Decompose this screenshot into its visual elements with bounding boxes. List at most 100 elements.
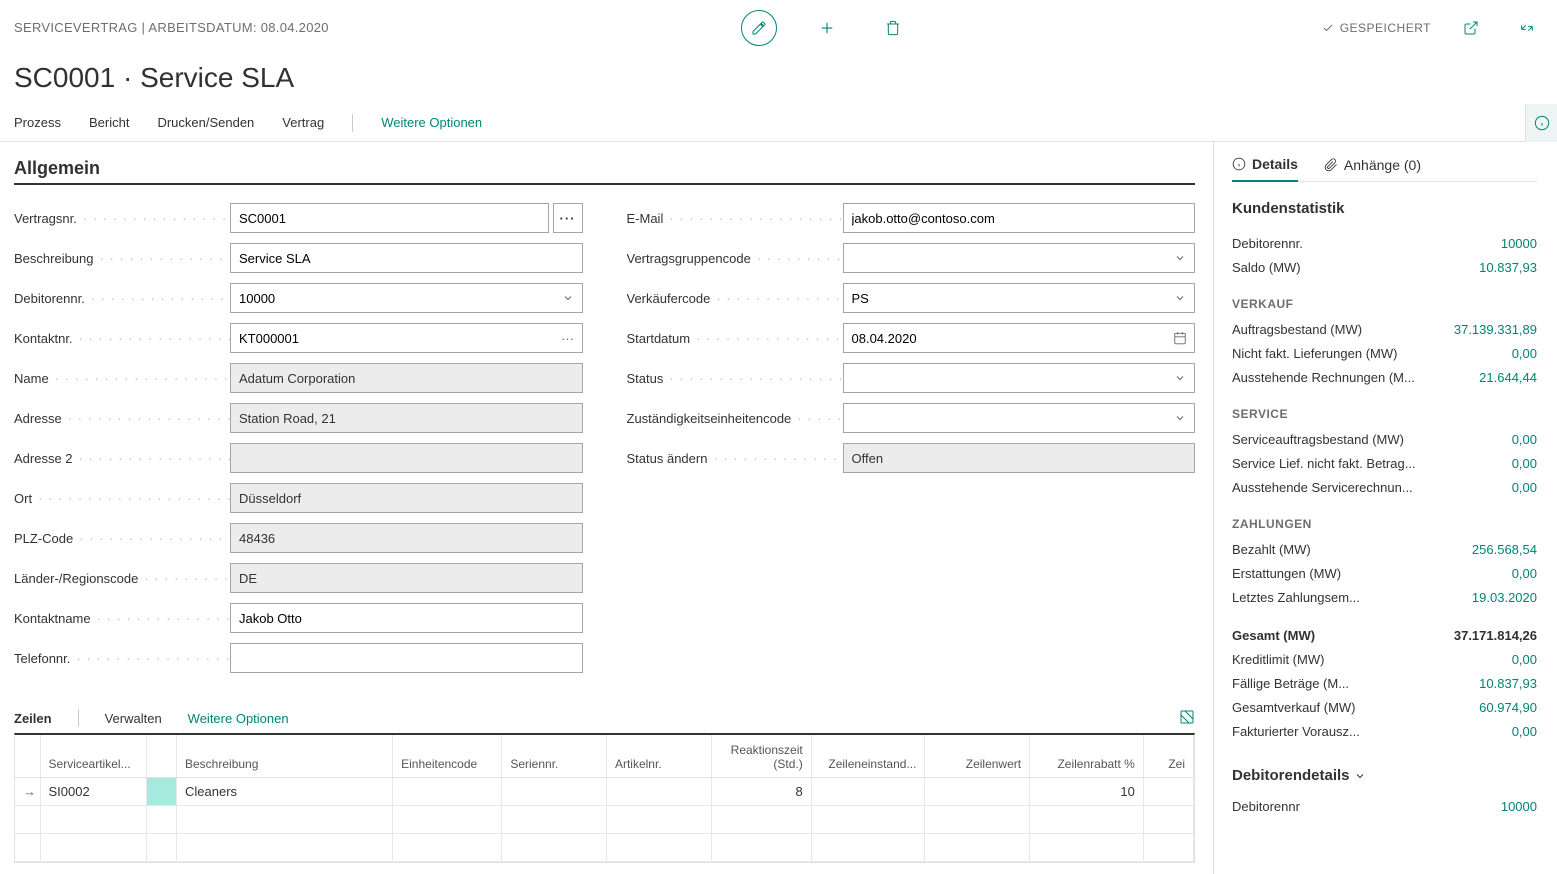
lines-divider bbox=[78, 709, 79, 727]
contactname-input[interactable] bbox=[230, 603, 583, 633]
col-serialno[interactable]: Seriennr. bbox=[502, 735, 607, 777]
label-name: Name bbox=[14, 371, 230, 386]
table-row[interactable]: → SI0002 Cleaners 8 10 bbox=[15, 777, 1194, 805]
contractno-lookup[interactable]: ··· bbox=[553, 203, 583, 233]
col-unitcode[interactable]: Einheitencode bbox=[393, 735, 502, 777]
saved-indicator: GESPEICHERT bbox=[1322, 21, 1431, 35]
menu-contract[interactable]: Vertrag bbox=[282, 115, 324, 130]
country-field[interactable] bbox=[230, 563, 583, 593]
label-contactname: Kontaktname bbox=[14, 611, 230, 626]
cell-response[interactable]: 8 bbox=[711, 777, 811, 805]
cell-linecost[interactable] bbox=[811, 777, 925, 805]
changestatus-field bbox=[843, 443, 1196, 473]
label-address2: Adresse 2 bbox=[14, 451, 230, 466]
label-status: Status bbox=[627, 371, 843, 386]
cell-description[interactable]: Cleaners bbox=[177, 777, 393, 805]
tab-details[interactable]: Details bbox=[1232, 156, 1298, 182]
collapse-button[interactable] bbox=[1511, 12, 1543, 44]
lines-manage[interactable]: Verwalten bbox=[105, 711, 162, 726]
menu-divider bbox=[352, 114, 353, 132]
debitor-details-heading[interactable]: Debitorendetails bbox=[1232, 767, 1537, 784]
cell-unitcode[interactable] bbox=[393, 777, 502, 805]
postcode-field bbox=[230, 523, 583, 553]
label-phone: Telefonnr. bbox=[14, 651, 230, 666]
respcenter-input[interactable] bbox=[843, 403, 1196, 433]
customerno-input[interactable] bbox=[230, 283, 583, 313]
add-button[interactable] bbox=[811, 12, 843, 44]
address-field bbox=[230, 403, 583, 433]
city-field bbox=[230, 483, 583, 513]
cell-serviceitem[interactable]: SI0002 bbox=[40, 777, 147, 805]
info-icon bbox=[1232, 157, 1246, 171]
menu-process[interactable]: Prozess bbox=[14, 115, 61, 130]
contractno-input[interactable] bbox=[230, 203, 549, 233]
startdate-input[interactable] bbox=[843, 323, 1196, 353]
menu-printsend[interactable]: Drucken/Senden bbox=[157, 115, 254, 130]
table-row[interactable] bbox=[15, 805, 1194, 833]
col-linecost[interactable]: Zeileneinstand... bbox=[811, 735, 925, 777]
tab-lines[interactable]: Zeilen bbox=[14, 711, 52, 726]
tab-attachments[interactable]: Anhänge (0) bbox=[1324, 157, 1421, 181]
popout-button[interactable] bbox=[1455, 12, 1487, 44]
payments-heading: ZAHLUNGEN bbox=[1232, 517, 1537, 531]
total-value: 37.171.814,26 bbox=[1454, 628, 1537, 643]
attachment-icon bbox=[1324, 158, 1338, 172]
total-label: Gesamt (MW) bbox=[1232, 628, 1315, 643]
label-city: Ort bbox=[14, 491, 230, 506]
groupcode-input[interactable] bbox=[843, 243, 1196, 273]
label-startdate: Startdatum bbox=[627, 331, 843, 346]
col-serviceitem[interactable]: Serviceartikel... bbox=[40, 735, 147, 777]
label-postcode: PLZ-Code bbox=[14, 531, 230, 546]
label-address: Adresse bbox=[14, 411, 230, 426]
salescode-input[interactable] bbox=[843, 283, 1196, 313]
stat-balance-value[interactable]: 10.837,93 bbox=[1479, 260, 1537, 275]
name-field bbox=[230, 363, 583, 393]
label-customerno: Debitorennr. bbox=[14, 291, 230, 306]
row-marker[interactable] bbox=[147, 777, 177, 805]
label-respcenter: Zuständigkeitseinheitencode bbox=[627, 411, 843, 426]
col-linedisc[interactable]: Zeilenrabatt % bbox=[1030, 735, 1144, 777]
col-linevalue[interactable]: Zeilenwert bbox=[925, 735, 1030, 777]
cell-serialno[interactable] bbox=[502, 777, 607, 805]
stats-heading: Kundenstatistik bbox=[1232, 200, 1537, 217]
label-changestatus: Status ändern bbox=[627, 451, 843, 466]
col-itemno[interactable]: Artikelnr. bbox=[606, 735, 711, 777]
chevron-down-icon bbox=[1354, 770, 1366, 782]
edit-button[interactable] bbox=[741, 10, 777, 46]
cell-itemno[interactable] bbox=[606, 777, 711, 805]
stat-balance-label: Saldo (MW) bbox=[1232, 260, 1301, 275]
table-row[interactable] bbox=[15, 833, 1194, 861]
description-input[interactable] bbox=[230, 243, 583, 273]
col-lineextra[interactable]: Zei bbox=[1143, 735, 1193, 777]
service-heading: SERVICE bbox=[1232, 407, 1537, 421]
page-title: SC0001 · Service SLA bbox=[0, 56, 1557, 104]
delete-button[interactable] bbox=[877, 12, 909, 44]
stat-debno-value[interactable]: 10000 bbox=[1501, 236, 1537, 251]
label-description: Beschreibung bbox=[14, 251, 230, 266]
lines-more[interactable]: Weitere Optionen bbox=[188, 711, 289, 726]
contactno-input[interactable] bbox=[230, 323, 583, 353]
sales-heading: VERKAUF bbox=[1232, 297, 1537, 311]
label-groupcode: Vertragsgruppencode bbox=[627, 251, 843, 266]
phone-input[interactable] bbox=[230, 643, 583, 673]
status-input[interactable] bbox=[843, 363, 1196, 393]
label-email: E-Mail bbox=[627, 211, 843, 226]
label-country: Länder-/Regionscode bbox=[14, 571, 230, 586]
lines-grid[interactable]: Serviceartikel... Beschreibung Einheiten… bbox=[14, 733, 1195, 863]
breadcrumb: SERVICEVERTRAG | ARBEITSDATUM: 08.04.202… bbox=[14, 20, 329, 35]
label-contactno: Kontaktnr. bbox=[14, 331, 230, 346]
arrow-right-icon: → bbox=[15, 777, 40, 805]
cell-extra[interactable] bbox=[1143, 777, 1193, 805]
menu-report[interactable]: Bericht bbox=[89, 115, 129, 130]
section-general: Allgemein bbox=[14, 158, 1195, 185]
col-response[interactable]: Reaktionszeit (Std.) bbox=[711, 735, 811, 777]
menu-more[interactable]: Weitere Optionen bbox=[381, 115, 482, 130]
email-input[interactable] bbox=[843, 203, 1196, 233]
lines-expand-button[interactable] bbox=[1179, 709, 1195, 728]
cell-linedisc[interactable]: 10 bbox=[1030, 777, 1144, 805]
label-contractno: Vertragsnr. bbox=[14, 211, 230, 226]
cell-linevalue[interactable] bbox=[925, 777, 1030, 805]
info-button[interactable] bbox=[1525, 104, 1557, 142]
col-description[interactable]: Beschreibung bbox=[177, 735, 393, 777]
address2-field bbox=[230, 443, 583, 473]
